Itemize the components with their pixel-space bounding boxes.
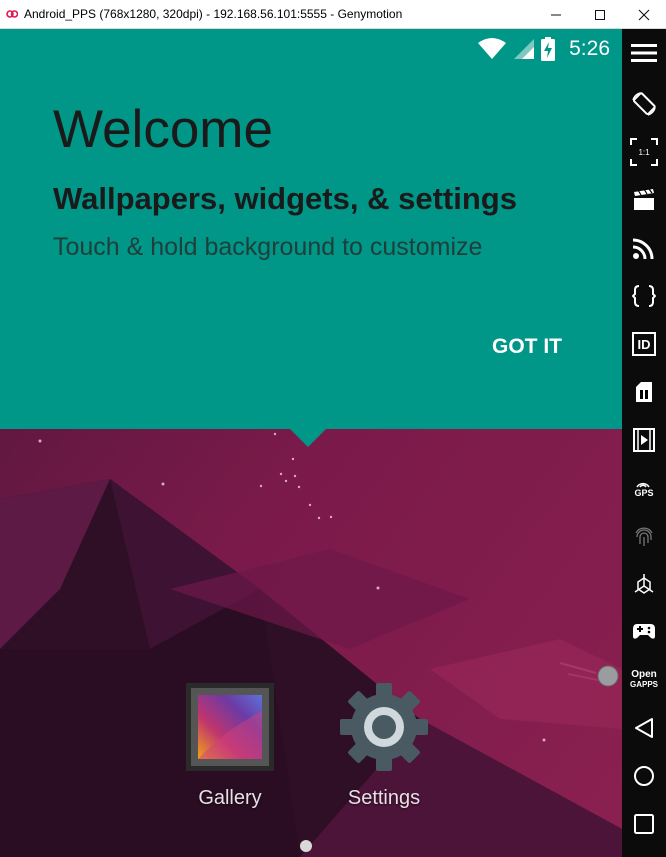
home-button[interactable] (622, 754, 666, 798)
opengapps-label-line1: Open (631, 669, 657, 680)
gamepad-icon (633, 624, 655, 639)
window-title: Android_PPS (768x1280, 320dpi) - 192.168… (24, 7, 403, 21)
got-it-button[interactable]: GOT IT (480, 327, 574, 367)
welcome-title: Welcome (53, 100, 273, 159)
maximize-button[interactable] (578, 0, 622, 29)
rotate-button[interactable] (622, 82, 666, 126)
cast-button[interactable] (622, 226, 666, 270)
gallery-label: Gallery (198, 787, 262, 809)
back-icon (635, 718, 653, 738)
close-button[interactable] (622, 0, 666, 29)
maximize-icon (595, 9, 605, 20)
device-id-icon: ID (632, 332, 656, 356)
opengapps-button[interactable]: Open GAPPS (622, 658, 666, 702)
battery-charging-icon (541, 37, 556, 61)
close-icon (638, 9, 650, 20)
opengapps-label-line2: GAPPS (629, 680, 658, 689)
window-titlebar: Android_PPS (768x1280, 320dpi) - 192.168… (0, 0, 666, 29)
capture-button[interactable] (622, 178, 666, 222)
pixel-perfect-label: 1:1 (638, 148, 650, 157)
settings-app[interactable]: Settings (324, 681, 444, 810)
welcome-card: Welcome Wallpapers, widgets, & settings … (0, 29, 622, 429)
fingerprint-button[interactable] (622, 514, 666, 558)
menu-icon (631, 44, 657, 62)
minimize-button[interactable] (534, 0, 578, 29)
sim-icon (636, 382, 652, 402)
status-bar: 5:26 (0, 29, 622, 75)
gallery-icon (186, 683, 274, 771)
media-button[interactable] (622, 418, 666, 462)
settings-gear-icon (340, 683, 428, 771)
page-indicator-dot (300, 840, 312, 852)
genymotion-toolbar: 1:1 ID GPS Open GAPPS (622, 29, 666, 857)
settings-label: Settings (347, 787, 421, 809)
back-button[interactable] (622, 706, 666, 750)
device-id-button[interactable]: ID (622, 322, 666, 366)
welcome-subtitle: Wallpapers, widgets, & settings (53, 181, 517, 216)
cell-signal-icon (514, 39, 535, 59)
wifi-icon (478, 38, 507, 59)
genymotion-logo-icon (6, 10, 18, 18)
media-icon (633, 428, 655, 452)
pixel-perfect-button[interactable]: 1:1 (622, 130, 666, 174)
capture-icon (634, 189, 654, 210)
api-icon (632, 285, 656, 307)
welcome-description: Touch & hold background to customize (53, 233, 483, 261)
sensor-button[interactable] (622, 562, 666, 606)
home-icon (634, 766, 654, 786)
cast-icon (633, 238, 654, 259)
rotate-icon (632, 92, 656, 116)
opengapps-icon: Open GAPPS (630, 670, 658, 690)
welcome-card-pointer (289, 428, 327, 447)
sim-button[interactable] (622, 370, 666, 414)
fingerprint-icon (635, 527, 653, 546)
api-button[interactable] (622, 274, 666, 318)
gps-label: GPS (634, 487, 654, 498)
sensor-icon (634, 574, 654, 594)
gallery-app[interactable]: Gallery (170, 681, 290, 810)
device-id-label: ID (638, 337, 651, 352)
gps-icon (636, 482, 651, 488)
minimize-icon (551, 14, 561, 15)
recents-icon (634, 814, 654, 834)
gamepad-button[interactable] (622, 610, 666, 654)
menu-button[interactable] (622, 31, 666, 75)
gps-button[interactable]: GPS (622, 466, 666, 510)
status-time: 5:26 (569, 37, 610, 60)
android-screen[interactable]: Welcome Wallpapers, widgets, & settings … (0, 29, 622, 857)
recents-button[interactable] (622, 802, 666, 846)
pixel-perfect-icon: 1:1 (630, 138, 658, 166)
